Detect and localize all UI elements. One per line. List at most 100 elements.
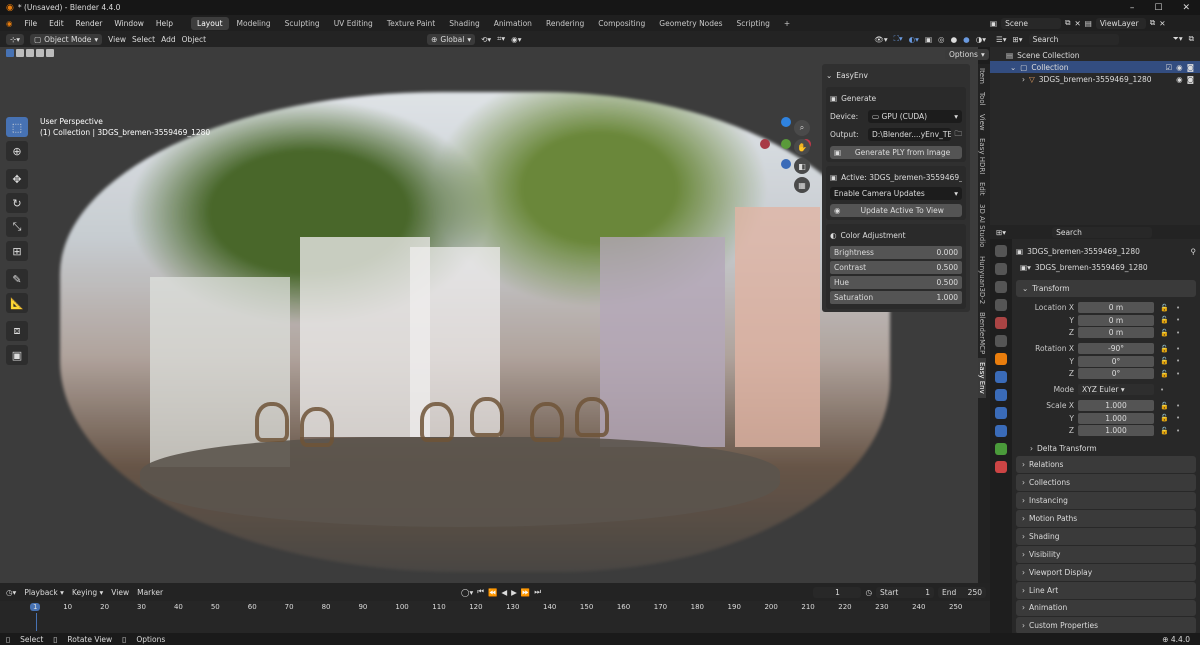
data-tab-icon[interactable] [995, 443, 1007, 455]
viewport-display-panel-header[interactable]: › Viewport Display [1016, 563, 1196, 581]
scale-y-field[interactable]: 1.000 [1078, 412, 1154, 424]
line-art-panel-header[interactable]: › Line Art [1016, 581, 1196, 599]
record-icon[interactable]: ◯▾ [461, 588, 473, 597]
mode-dropdown[interactable]: ▢ Object Mode ▾ [30, 33, 103, 45]
next-keyframe-icon[interactable]: ⏩ [521, 588, 530, 597]
animation-panel-header[interactable]: › Animation [1016, 599, 1196, 617]
scale-x-field[interactable]: 1.000 [1078, 400, 1154, 412]
keyframe-icon[interactable]: • [1176, 304, 1186, 312]
options-button[interactable]: Options ▾ [945, 49, 989, 60]
outliner-object[interactable]: › ▽ 3DGS_bremen-3559469_1280 ◉ ◙ [990, 73, 1200, 85]
tab-geometry-nodes[interactable]: Geometry Nodes [653, 17, 728, 30]
menu-timeline-view[interactable]: View [111, 588, 129, 597]
camera-updates-dropdown[interactable]: Enable Camera Updates ▾ [830, 187, 962, 200]
start-frame-field[interactable]: Start 1 [876, 586, 934, 598]
jump-end-icon[interactable]: ⏭ [534, 587, 541, 597]
timeline-editor-icon[interactable]: ◷▾ [6, 588, 16, 597]
select-tool-icon[interactable]: ⬚ [6, 117, 28, 137]
tab-blendermcp[interactable]: BlenderMCP [978, 308, 986, 358]
prev-keyframe-icon[interactable]: ⏪ [488, 588, 497, 597]
delta-transform-header[interactable]: › Delta Transform [1016, 441, 1196, 455]
shading-rendered-icon[interactable]: ◑▾ [976, 35, 986, 44]
menu-playback[interactable]: Playback ▾ [24, 588, 64, 597]
outliner-editor-icon[interactable]: ☰▾ [996, 35, 1007, 44]
add-workspace-icon[interactable]: + [778, 17, 796, 30]
saturation-slider[interactable]: Saturation 1.000 [830, 291, 962, 304]
easyenv-header[interactable]: ⌄ EasyEnv [826, 67, 966, 83]
zoom-icon[interactable]: ⌕ [794, 120, 810, 136]
location-z-field[interactable]: 0 m [1078, 327, 1154, 339]
move-tool-icon[interactable]: ✥ [6, 169, 28, 189]
tab-item[interactable]: Item [978, 64, 986, 88]
pan-hand-icon[interactable]: ✋ [794, 139, 810, 155]
properties-editor-icon[interactable]: ⊞▾ [996, 228, 1006, 237]
hue-slider[interactable]: Hue 0.500 [830, 276, 962, 289]
lock-icon[interactable]: 🔓 [1160, 370, 1170, 378]
menu-keying[interactable]: Keying ▾ [72, 588, 103, 597]
motion-paths-panel-header[interactable]: › Motion Paths [1016, 510, 1196, 527]
select-subtract-icon[interactable] [26, 49, 34, 57]
constraints-tab-icon[interactable] [995, 425, 1007, 437]
keyframe-icon[interactable]: • [1176, 329, 1186, 337]
measure-tool-icon[interactable]: 📐 [6, 293, 28, 313]
properties-search-input[interactable]: Search [1052, 226, 1153, 238]
eye-icon[interactable]: ◉ [1176, 75, 1183, 84]
scene-tab-icon[interactable] [995, 317, 1007, 329]
neg-z-axis-icon[interactable] [781, 159, 791, 169]
maximize-icon[interactable]: ☐ [1154, 3, 1162, 13]
menu-select[interactable]: Select [132, 35, 155, 44]
custom-properties-panel-header[interactable]: › Custom Properties [1016, 617, 1196, 635]
output-path-field[interactable]: D:\Blender....yEnv_TEST\ [868, 127, 951, 141]
tab-texture-paint[interactable]: Texture Paint [381, 17, 441, 30]
transform-tool-icon[interactable]: ⊞ [6, 241, 28, 261]
tool-tab-icon[interactable] [995, 245, 1007, 257]
play-icon[interactable]: ▶ [511, 588, 517, 597]
menu-window[interactable]: Window [108, 19, 150, 28]
blender-menu-icon[interactable]: ◉ [0, 19, 19, 28]
menu-add[interactable]: Add [161, 35, 176, 44]
shading-panel-header[interactable]: › Shading [1016, 527, 1196, 545]
lock-icon[interactable]: 🔓 [1160, 357, 1170, 365]
scale-z-field[interactable]: 1.000 [1078, 425, 1154, 437]
lock-icon[interactable]: 🔓 [1160, 345, 1170, 353]
tab-easy-env[interactable]: Easy Env [978, 358, 986, 398]
keyframe-icon[interactable]: • [1176, 402, 1186, 410]
physics-tab-icon[interactable] [995, 407, 1007, 419]
tab-scripting[interactable]: Scripting [731, 17, 776, 30]
update-active-button[interactable]: ◉ Update Active To View [830, 204, 962, 217]
tab-modeling[interactable]: Modeling [231, 17, 277, 30]
outliner-collection[interactable]: ⌄ ▢ Collection ☑ ◉ ◙ [990, 61, 1200, 73]
relations-panel-header[interactable]: › Relations [1016, 456, 1196, 474]
keyframe-icon[interactable]: • [1176, 357, 1186, 365]
world-tab-icon[interactable] [995, 335, 1007, 347]
timeline-ruler[interactable]: 1 10 20 30 40 50 60 70 80 90 100 110 120 130 140 150 160… [0, 601, 990, 633]
orientation-dropdown[interactable]: ⊕ Global ▾ [427, 33, 476, 45]
play-reverse-icon[interactable]: ◀ [501, 588, 507, 597]
lock-icon[interactable]: 🔓 [1160, 316, 1170, 324]
tab-rendering[interactable]: Rendering [540, 17, 590, 30]
menu-render[interactable]: Render [70, 19, 109, 28]
view-layer-field[interactable]: ViewLayer [1095, 17, 1146, 29]
menu-file[interactable]: File [19, 19, 44, 28]
visibility-panel-header[interactable]: › Visibility [1016, 545, 1196, 563]
view-layer-tab-icon[interactable] [995, 299, 1007, 311]
transform-panel-header[interactable]: ⌄ Transform [1016, 280, 1196, 297]
keyframe-icon[interactable]: • [1176, 427, 1186, 435]
location-y-field[interactable]: 0 m [1078, 314, 1154, 326]
menu-marker[interactable]: Marker [137, 588, 163, 597]
keyframe-icon[interactable]: • [1176, 414, 1186, 422]
pin-icon[interactable]: ⚲ [1191, 247, 1197, 256]
instancing-panel-header[interactable]: › Instancing [1016, 492, 1196, 510]
select-new-icon[interactable] [6, 49, 14, 57]
keyframe-icon[interactable]: • [1160, 386, 1170, 394]
tab-layout[interactable]: Layout [191, 16, 229, 30]
select-intersect-icon[interactable] [46, 49, 54, 57]
lock-icon[interactable]: 🔓 [1160, 427, 1170, 435]
z-axis-icon[interactable] [781, 117, 791, 127]
generate-ply-button[interactable]: ▣ Generate PLY from Image [830, 146, 962, 159]
proportional-edit-icon[interactable]: ◉▾ [511, 35, 521, 44]
rotation-mode-dropdown[interactable]: XYZ Euler ▾ [1078, 384, 1154, 396]
rotation-z-field[interactable]: 0° [1078, 368, 1154, 380]
rotation-x-field[interactable]: -90° [1078, 343, 1154, 355]
menu-help[interactable]: Help [150, 19, 179, 28]
